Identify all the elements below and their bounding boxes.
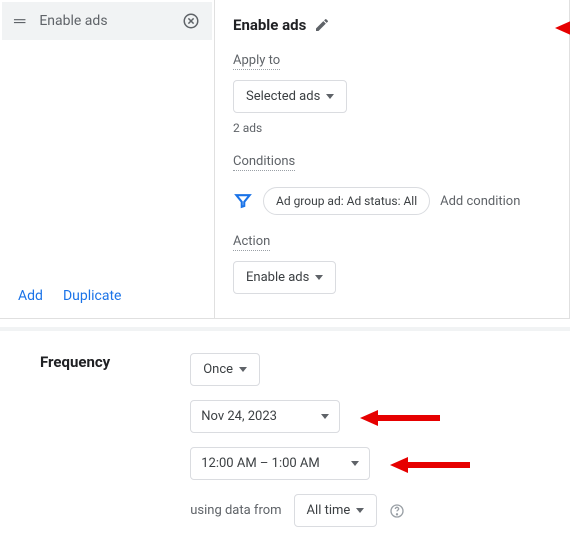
action-dropdown-value: Enable ads [246, 270, 309, 285]
rule-list-actions: Add Duplicate [2, 276, 212, 316]
caret-down-icon [351, 461, 359, 466]
add-condition-button[interactable]: Add condition [440, 194, 520, 209]
help-icon[interactable] [389, 503, 405, 519]
caret-down-icon [321, 414, 329, 419]
frequency-time-value: 12:00 AM – 1:00 AM [201, 456, 320, 471]
apply-to-label: Apply to [233, 53, 280, 70]
conditions-label: Conditions [233, 154, 295, 171]
rule-title: Enable ads [233, 16, 306, 34]
duplicate-rule-button[interactable]: Duplicate [63, 288, 122, 304]
frequency-section: Frequency Once Nov 24, 2023 12:00 AM – 1… [0, 327, 570, 557]
apply-to-count: 2 ads [233, 121, 551, 135]
frequency-label: Frequency [40, 353, 110, 527]
caret-down-icon [239, 367, 247, 372]
action-dropdown[interactable]: Enable ads [233, 261, 336, 294]
data-range-value: All time [307, 503, 351, 518]
arrow-annotation-icon [555, 18, 570, 38]
caret-down-icon [356, 508, 364, 513]
arrow-annotation-icon [360, 408, 440, 428]
rule-item[interactable]: ═ Enable ads [2, 2, 212, 40]
apply-to-section: Apply to Selected ads 2 ads [233, 52, 551, 135]
frequency-interval-dropdown[interactable]: Once [190, 353, 260, 386]
apply-to-dropdown-value: Selected ads [246, 89, 320, 104]
condition-pill[interactable]: Ad group ad: Ad status: All [263, 187, 430, 215]
rule-detail-panel: Enable ads Apply to Selected ads 2 ads C… [215, 0, 569, 318]
edit-title-icon[interactable] [314, 17, 330, 33]
caret-down-icon [326, 94, 334, 99]
add-rule-button[interactable]: Add [18, 288, 43, 304]
frequency-interval-value: Once [203, 362, 233, 377]
using-data-label: using data from [190, 503, 281, 518]
caret-down-icon [315, 275, 323, 280]
frequency-date-dropdown[interactable]: Nov 24, 2023 [190, 400, 340, 433]
filter-icon[interactable] [233, 191, 253, 211]
apply-to-dropdown[interactable]: Selected ads [233, 80, 347, 113]
remove-rule-icon[interactable] [182, 12, 200, 30]
frequency-time-dropdown[interactable]: 12:00 AM – 1:00 AM [190, 447, 370, 480]
rules-list-panel: ═ Enable ads Add Duplicate [0, 0, 215, 318]
action-label: Action [233, 234, 270, 251]
frequency-date-value: Nov 24, 2023 [201, 409, 277, 424]
action-section: Action Enable ads [233, 233, 551, 294]
drag-handle-icon[interactable]: ═ [14, 13, 25, 29]
rule-item-label: Enable ads [39, 13, 168, 29]
arrow-annotation-icon [390, 455, 470, 475]
data-range-dropdown[interactable]: All time [294, 494, 378, 527]
conditions-section: Conditions Ad group ad: Ad status: All A… [233, 153, 551, 215]
